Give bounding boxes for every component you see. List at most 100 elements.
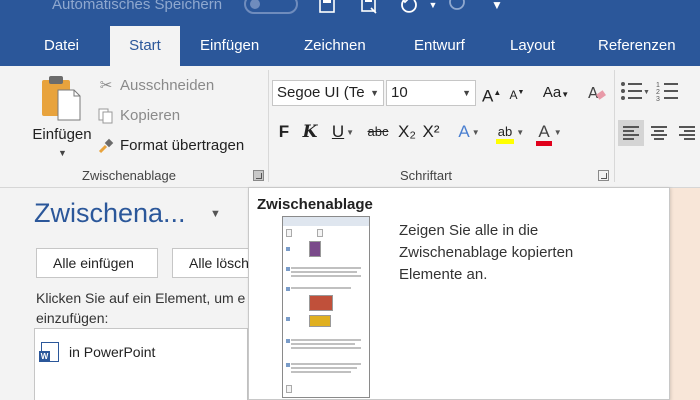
- preview-text-line: [291, 347, 361, 349]
- cut-button[interactable]: ✂ Ausschneiden: [98, 74, 215, 98]
- font-launcher-icon[interactable]: [598, 170, 609, 181]
- preview-text-line: [291, 343, 355, 345]
- clipboard-paste-icon: [42, 76, 81, 121]
- group-divider: [614, 70, 615, 182]
- subscript-button[interactable]: X₂: [396, 118, 418, 146]
- preview-bullet: [286, 363, 290, 367]
- autosave-toggle[interactable]: [244, 0, 298, 14]
- grow-font-button[interactable]: A▲: [482, 80, 501, 106]
- align-left-icon[interactable]: [618, 120, 644, 146]
- chevron-down-icon[interactable]: ▼: [370, 81, 379, 105]
- clear-formatting-button[interactable]: A: [584, 80, 610, 106]
- svg-text:3: 3: [656, 96, 660, 102]
- underline-icon: U: [331, 122, 345, 141]
- preview-button: [317, 229, 323, 237]
- highlight-button[interactable]: ab ▼: [490, 118, 530, 146]
- ribbon-tabs: Datei Start Einfügen Zeichnen Entwurf La…: [0, 26, 700, 66]
- save-icon[interactable]: [318, 0, 336, 14]
- clipboard-item-list: in PowerPoint: [34, 328, 248, 400]
- italic-button[interactable]: K: [302, 118, 318, 146]
- format-painter-button[interactable]: Format übertragen: [98, 134, 244, 158]
- copy-button[interactable]: Kopieren: [98, 104, 180, 128]
- preview-bullet: [286, 317, 290, 321]
- tab-layout[interactable]: Layout: [504, 26, 561, 66]
- svg-text:1: 1: [656, 82, 660, 89]
- shrink-font-button[interactable]: A▼: [508, 80, 526, 106]
- change-case-button[interactable]: Aa▼: [538, 80, 574, 106]
- clipboard-item[interactable]: in PowerPoint: [39, 341, 156, 363]
- font-group-label: Schriftart: [400, 168, 453, 183]
- preview-bullet: [286, 247, 290, 251]
- font-color-icon: A: [536, 122, 552, 146]
- tab-datei[interactable]: Datei: [38, 26, 85, 66]
- clear-all-button[interactable]: Alle lösch: [172, 248, 252, 278]
- preview-thumbnail: [309, 295, 333, 311]
- paste-button[interactable]: Einfügen ▼: [22, 72, 92, 164]
- font-color-button[interactable]: A ▼: [532, 118, 566, 146]
- underline-button[interactable]: U ▼: [328, 118, 358, 146]
- bold-button[interactable]: F: [276, 118, 292, 146]
- preview-header: [283, 217, 369, 226]
- preview-bullet: [286, 339, 290, 343]
- tab-einfuegen[interactable]: Einfügen: [194, 26, 265, 66]
- pane-instructions-line: einzufügen:: [36, 310, 109, 326]
- pane-instructions-line: Klicken Sie auf ein Element, um e: [36, 290, 246, 306]
- preview-button: [286, 229, 292, 237]
- format-painter-label: Format übertragen: [120, 137, 245, 154]
- paintbrush-icon: [98, 138, 114, 154]
- tab-referenzen[interactable]: Referenzen: [592, 26, 682, 66]
- highlighter-icon: ab: [495, 124, 515, 144]
- preview-bullet: [286, 267, 290, 271]
- bullets-icon[interactable]: ▼: [620, 80, 650, 104]
- ribbon: Einfügen ▼ ✂ Ausschneiden Kopieren Forma…: [0, 66, 700, 188]
- redo-icon[interactable]: [448, 0, 466, 14]
- strikethrough-button[interactable]: abc: [364, 118, 392, 146]
- word-document-icon: [39, 342, 59, 362]
- text-effects-icon: A: [458, 122, 470, 141]
- preview-text-line: [291, 371, 351, 373]
- scissors-icon: ✂: [99, 77, 113, 94]
- paste-all-button[interactable]: Alle einfügen: [36, 248, 158, 278]
- svg-text:2: 2: [656, 89, 660, 96]
- preview-text-line: [291, 267, 361, 269]
- save-as-icon[interactable]: [360, 0, 378, 14]
- undo-dropdown-icon[interactable]: ▼: [424, 0, 442, 14]
- chevron-down-icon[interactable]: ▼: [58, 148, 67, 158]
- undo-icon[interactable]: [400, 0, 418, 14]
- group-divider: [268, 70, 269, 182]
- shrink-font-icon: A: [509, 88, 518, 102]
- align-center-icon[interactable]: [646, 120, 672, 144]
- superscript-button[interactable]: X²: [420, 118, 442, 146]
- title-bar: Automatisches Speichern ▼ ▼: [0, 0, 700, 26]
- customize-qat-icon[interactable]: ▼: [488, 0, 506, 14]
- cut-label: Ausschneiden: [120, 77, 215, 94]
- copy-icon: [98, 108, 114, 124]
- align-right-icon[interactable]: [674, 120, 700, 144]
- pane-options-chevron-icon[interactable]: ▼: [210, 208, 221, 220]
- chevron-down-icon[interactable]: ▼: [462, 81, 471, 105]
- preview-button: [286, 385, 292, 393]
- numbering-icon[interactable]: 123: [656, 80, 686, 104]
- grow-font-icon: A: [482, 86, 494, 106]
- tab-start[interactable]: Start: [110, 26, 180, 66]
- svg-text:▼: ▼: [643, 89, 650, 96]
- preview-text-line: [291, 271, 357, 273]
- copy-label: Kopieren: [120, 107, 181, 124]
- preview-text-line: [291, 363, 361, 365]
- tooltip-description: Zeigen Sie alle in die Zwischenablage ko…: [399, 222, 574, 283]
- font-name-combo[interactable]: Segoe UI (Te ▼: [272, 80, 384, 106]
- preview-bullet: [286, 287, 290, 291]
- paste-label: Einfügen: [32, 126, 92, 143]
- preview-text-line: [291, 367, 357, 369]
- tab-entwurf[interactable]: Entwurf: [408, 26, 471, 66]
- pane-instructions: Klicken Sie auf ein Element, um e einzuf…: [36, 288, 248, 328]
- font-size-value: 10: [391, 84, 408, 101]
- tooltip-title: Zwischenablage: [257, 196, 373, 213]
- font-size-combo[interactable]: 10 ▼: [386, 80, 476, 106]
- font-name-value: Segoe UI (Te: [277, 84, 365, 101]
- tab-zeichnen[interactable]: Zeichnen: [298, 26, 372, 66]
- text-effects-button[interactable]: A ▼: [454, 118, 484, 146]
- clipboard-launcher-icon[interactable]: [253, 170, 264, 181]
- preview-text-line: [291, 339, 361, 341]
- clipboard-item-label: in PowerPoint: [69, 344, 156, 360]
